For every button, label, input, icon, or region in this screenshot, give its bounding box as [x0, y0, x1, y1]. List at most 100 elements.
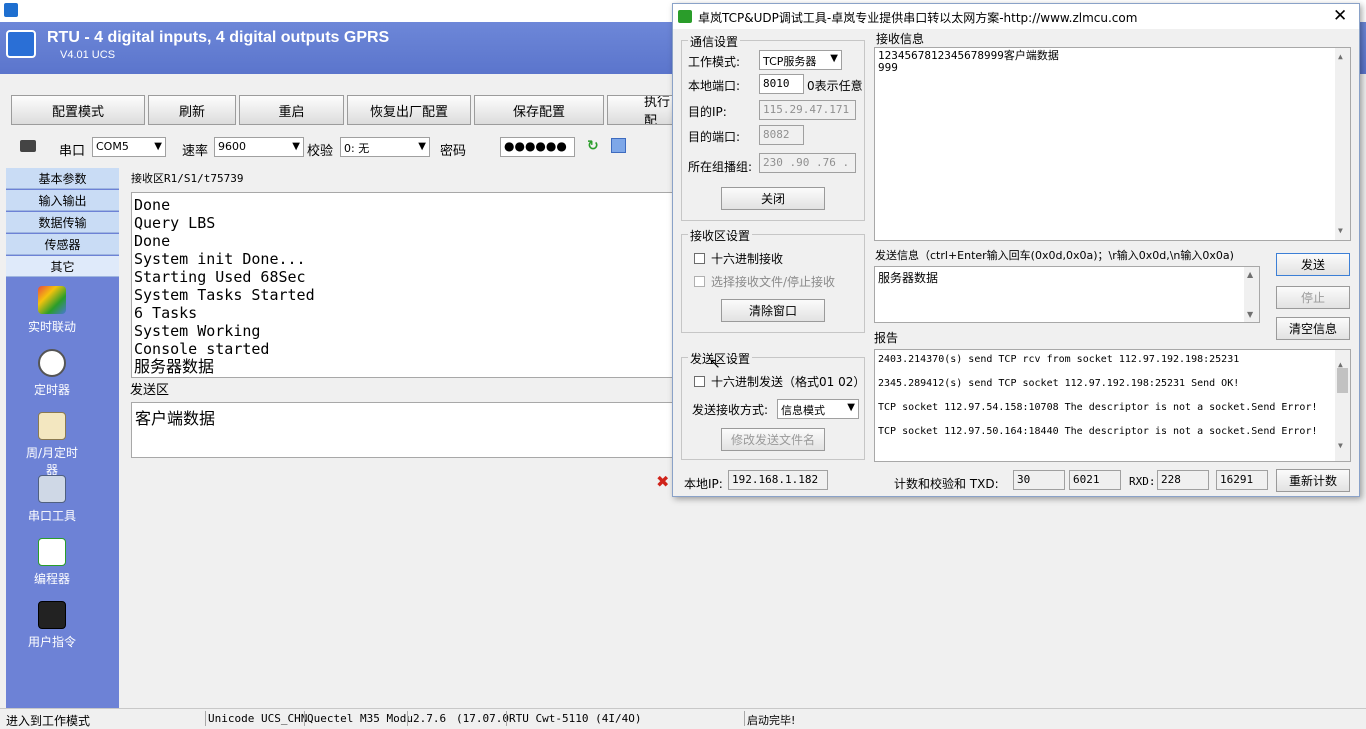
week-month-timer-label: 周/月定时器	[25, 446, 79, 477]
port-select[interactable]: COM5 ▼	[92, 137, 166, 157]
banner-version: V4.01 UCS	[60, 49, 116, 61]
recv-line: Done	[134, 232, 171, 250]
scroll-down-icon[interactable]: ▼	[1338, 225, 1343, 237]
recv-line: 6 Tasks	[134, 304, 198, 322]
select-file-checkbox[interactable]	[694, 276, 705, 287]
stop-button[interactable]: 停止	[1276, 286, 1350, 309]
week-month-timer-tool[interactable]: 周/月定时器	[20, 412, 84, 478]
refresh-button[interactable]: 刷新	[148, 95, 236, 125]
recv-info-scrollbar[interactable]: ▲ ▼	[1335, 48, 1350, 240]
local-ip-value[interactable]: 192.168.1.182	[728, 470, 828, 490]
send-button[interactable]: 发送	[1276, 253, 1350, 276]
local-port-label: 本地端口:	[688, 79, 741, 93]
serial-tool[interactable]: 串口工具	[20, 475, 84, 524]
local-port-input[interactable]: 8010	[759, 74, 804, 94]
chevron-down-icon: ▼	[847, 402, 855, 413]
send-info-scrollbar[interactable]: ▲ ▼	[1244, 267, 1259, 322]
realtime-link-tool[interactable]: 实时联动	[20, 286, 84, 335]
send-info-label: 发送信息（ctrl+Enter输入回车(0x0d,0x0a)；\r输入0x0d,…	[875, 249, 1234, 262]
recv-line: Starting Used 68Sec	[134, 268, 306, 286]
status-modem: Quectel M35 Modu	[307, 712, 413, 725]
clock-icon	[38, 349, 66, 377]
chevron-down-icon: ▼	[418, 141, 426, 152]
nav-io[interactable]: 输入输出	[6, 190, 119, 211]
mode-select[interactable]: TCP服务器 ▼	[759, 50, 842, 70]
send-area[interactable]: 客户端数据	[131, 402, 676, 458]
recount-button[interactable]: 重新计数	[1276, 469, 1350, 492]
modify-file-button[interactable]: 修改发送文件名	[721, 428, 825, 451]
scroll-up-icon[interactable]: ▲	[1338, 51, 1343, 63]
port-label: 串口	[59, 144, 86, 159]
recv-line: System Tasks Started	[134, 286, 315, 304]
recv-line: System Working	[134, 322, 261, 340]
dest-ip-input[interactable]: 115.29.47.171	[759, 100, 856, 120]
rxd-count[interactable]: 228	[1157, 470, 1209, 490]
execute-button[interactable]: 执行配	[607, 95, 673, 125]
scroll-down-icon[interactable]: ▼	[1247, 310, 1253, 319]
baud-label: 速率	[182, 144, 209, 159]
password-field[interactable]: ●●●●●●	[500, 137, 575, 157]
hex-send-checkbox[interactable]	[694, 376, 705, 387]
recv-line: Query LBS	[134, 214, 216, 232]
wifi-app-icon	[4, 3, 18, 17]
scroll-up-icon[interactable]: ▲	[1247, 270, 1253, 279]
clear-info-button[interactable]: 清空信息	[1276, 317, 1350, 340]
dest-port-input[interactable]: 8082	[759, 125, 804, 145]
status-mode: 进入到工作模式	[6, 714, 91, 728]
mode-value: TCP服务器	[763, 55, 817, 68]
settings-icon[interactable]	[611, 138, 626, 153]
serial-port-icon	[20, 140, 36, 152]
close-red-icon[interactable]: ✖	[656, 472, 669, 491]
txd-checksum[interactable]: 6021	[1069, 470, 1121, 490]
baud-select[interactable]: 9600 ▼	[214, 137, 304, 157]
config-mode-button[interactable]: 配置模式	[11, 95, 145, 125]
close-connection-button[interactable]: 关闭	[721, 187, 825, 210]
parity-value: 0: 无	[344, 142, 370, 155]
palette-icon	[38, 286, 66, 314]
baud-value: 9600	[218, 140, 246, 153]
calendar-icon	[38, 412, 66, 440]
hex-recv-checkbox[interactable]	[694, 253, 705, 264]
dialog-title: 卓岚TCP&UDP调试工具-卓岚专业提供串口转以太网方案-http://www.…	[698, 11, 1138, 25]
port-value: COM5	[96, 140, 129, 153]
mode-label: 工作模式:	[688, 55, 741, 69]
programmer-icon	[38, 538, 66, 566]
nav-sensors[interactable]: 传感器	[6, 234, 119, 255]
scroll-down-icon[interactable]: ▼	[1338, 434, 1343, 458]
comm-settings-title: 通信设置	[688, 33, 741, 50]
connect-arrow-icon[interactable]: ↻	[587, 138, 601, 154]
chevron-down-icon: ▼	[292, 141, 300, 152]
send-info-area[interactable]: 服务器数据 ▲ ▼	[874, 266, 1260, 323]
multicast-input[interactable]: 230 .90 .76 . 1	[759, 153, 856, 173]
report-area[interactable]: 2403.214370(s) send TCP rcv from socket …	[874, 349, 1351, 462]
recv-area[interactable]: Done Query LBS Done System init Done... …	[131, 192, 676, 378]
restart-button[interactable]: 重启	[239, 95, 344, 125]
programmer-label: 编程器	[33, 572, 70, 586]
save-config-button[interactable]: 保存配置	[474, 95, 604, 125]
send-mode-select[interactable]: 信息模式 ▼	[777, 399, 859, 419]
user-command-tool[interactable]: 用户指令	[20, 601, 84, 650]
nav-data-transfer[interactable]: 数据传输	[6, 212, 119, 233]
txd-count[interactable]: 30	[1013, 470, 1065, 490]
report-scrollbar[interactable]: ▲ ▼	[1335, 350, 1350, 461]
status-version: 2.7.6	[413, 712, 447, 725]
recv-info-area[interactable]: 1234567812345678999客户端数据 999 ▲ ▼	[874, 47, 1351, 241]
factory-reset-button[interactable]: 恢复出厂配置	[347, 95, 471, 125]
close-icon[interactable]: ✕	[1333, 6, 1347, 26]
parity-select[interactable]: 0: 无 ▼	[340, 137, 430, 157]
hex-recv-label: 十六进制接收	[711, 252, 784, 266]
scroll-thumb[interactable]	[1337, 368, 1348, 393]
rxd-label: RXD:	[1129, 475, 1156, 488]
timer-tool[interactable]: 定时器	[20, 349, 84, 398]
recv-area-label: 接收区R1/S1/t75739	[131, 172, 244, 185]
realtime-link-label: 实时联动	[27, 320, 76, 334]
rxd-checksum[interactable]: 16291	[1216, 470, 1268, 490]
report-line: TCP socket 112.97.54.158:10708 The descr…	[878, 402, 1318, 413]
nav-basic-params[interactable]: 基本参数	[6, 168, 119, 189]
dialog-titlebar: 卓岚TCP&UDP调试工具-卓岚专业提供串口转以太网方案-http://www.…	[673, 4, 1359, 29]
nav-other[interactable]: 其它	[6, 256, 119, 277]
tcp-udp-debug-dialog: 卓岚TCP&UDP调试工具-卓岚专业提供串口转以太网方案-http://www.…	[672, 3, 1360, 497]
clear-window-button[interactable]: 清除窗口	[721, 299, 825, 322]
programmer-tool[interactable]: 编程器	[20, 538, 84, 587]
chevron-down-icon: ▼	[830, 53, 838, 64]
